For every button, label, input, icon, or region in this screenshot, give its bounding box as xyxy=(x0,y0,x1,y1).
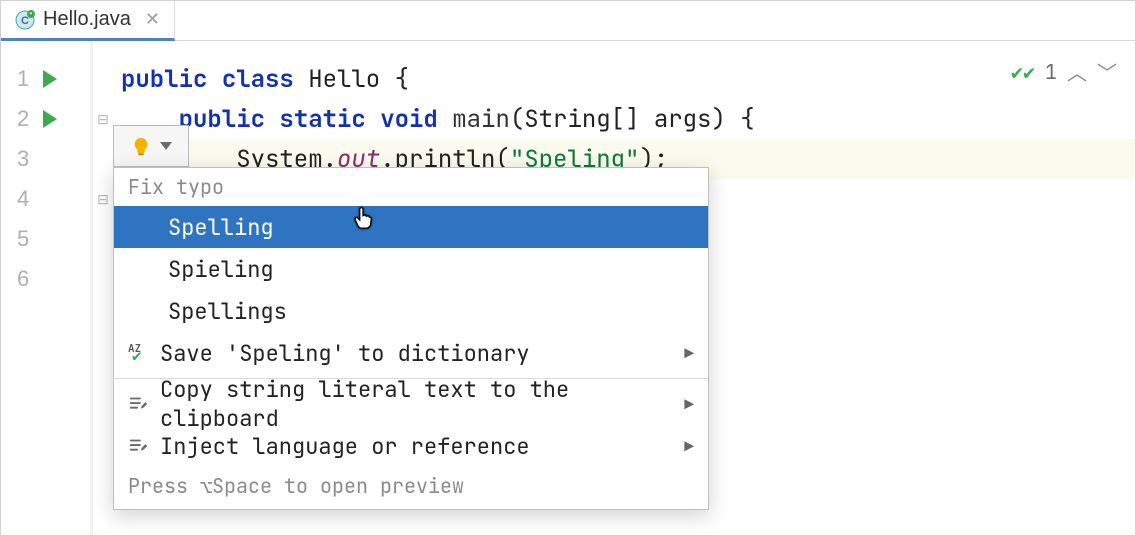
submenu-arrow-icon: ▶ xyxy=(684,343,694,364)
dictionary-icon: AZ✔ xyxy=(128,344,150,362)
run-icon[interactable] xyxy=(43,70,57,88)
editor-tab-hello[interactable]: C Hello.java ✕ xyxy=(1,1,175,41)
popup-item-save-dictionary[interactable]: AZ✔ Save 'Speling' to dictionary ▶ xyxy=(114,332,708,374)
gutter-line[interactable]: 4 xyxy=(1,179,90,219)
fold-toggle-icon[interactable] xyxy=(93,59,113,99)
popup-item-copy-literal[interactable]: Copy string literal text to the clipboar… xyxy=(114,383,708,425)
fold-toggle-icon[interactable]: ⊟ xyxy=(93,179,113,219)
gutter-line[interactable]: 5 xyxy=(1,219,90,259)
chevron-down-icon[interactable]: ﹀ xyxy=(1097,57,1117,86)
inspection-status[interactable]: ✔✔ 1 ︿ ﹀ xyxy=(1011,57,1117,86)
editor-tab-label: Hello.java xyxy=(43,8,131,31)
lightbulb-icon xyxy=(130,135,152,157)
popup-item-spellings[interactable]: Spellings xyxy=(114,290,708,332)
code-line[interactable]: public static void main(String[] args) { xyxy=(113,99,1135,139)
popup-item-label: Inject language or reference xyxy=(160,432,530,461)
close-icon[interactable]: ✕ xyxy=(145,9,160,30)
popup-item-label: Spelling xyxy=(168,213,274,242)
submenu-arrow-icon: ▶ xyxy=(684,436,694,457)
run-icon[interactable] xyxy=(43,110,57,128)
popup-item-label: Spellings xyxy=(168,297,287,326)
line-number: 3 xyxy=(17,146,29,172)
fold-column: ⊟ ⊟ xyxy=(93,41,113,535)
popup-item-inject-language[interactable]: Inject language or reference ▶ xyxy=(114,425,708,467)
chevron-down-icon xyxy=(160,142,172,150)
popup-item-label: Save 'Speling' to dictionary xyxy=(160,339,530,368)
gutter-line[interactable]: 2 xyxy=(1,99,90,139)
cursor-hand-icon xyxy=(350,206,376,232)
code-area[interactable]: public class Hello { public static void … xyxy=(113,41,1135,535)
editor-tabbar: C Hello.java ✕ xyxy=(1,1,1135,41)
line-number: 5 xyxy=(17,226,29,252)
ide-window: C Hello.java ✕ 1 2 3 4 5 6 ⊟ ⊟ public cl… xyxy=(0,0,1136,536)
chevron-up-icon[interactable]: ︿ xyxy=(1067,57,1087,86)
line-number: 1 xyxy=(17,66,29,92)
line-number: 6 xyxy=(17,266,29,292)
popup-item-label: Spieling xyxy=(168,255,274,284)
popup-footer-hint: Press ⌥Space to open preview xyxy=(114,467,708,509)
edit-lines-icon xyxy=(128,393,150,415)
java-class-icon: C xyxy=(15,10,35,30)
edit-lines-icon xyxy=(128,435,150,457)
gutter: 1 2 3 4 5 6 xyxy=(1,41,93,535)
popup-item-spieling[interactable]: Spieling xyxy=(114,248,708,290)
fold-toggle-icon[interactable]: ⊟ xyxy=(93,99,113,139)
line-number: 4 xyxy=(17,186,29,212)
line-number: 2 xyxy=(17,106,29,132)
svg-text:C: C xyxy=(21,15,29,27)
gutter-line[interactable]: 1 xyxy=(1,59,90,99)
submenu-arrow-icon: ▶ xyxy=(684,394,694,415)
popup-header: Fix typo xyxy=(114,168,708,206)
code-line[interactable]: public class Hello { xyxy=(113,59,1135,99)
popup-item-spelling[interactable]: Spelling xyxy=(114,206,708,248)
gutter-line[interactable]: 3 xyxy=(1,139,90,179)
problem-count: 1 xyxy=(1045,59,1057,85)
intention-popup: Fix typo Spelling Spieling Spellings AZ✔… xyxy=(113,167,709,510)
intention-bulb-button[interactable] xyxy=(113,125,189,167)
gutter-line[interactable]: 6 xyxy=(1,259,90,299)
editor-area: 1 2 3 4 5 6 ⊟ ⊟ public class Hello { pub… xyxy=(1,41,1135,535)
double-check-icon: ✔✔ xyxy=(1011,59,1035,85)
